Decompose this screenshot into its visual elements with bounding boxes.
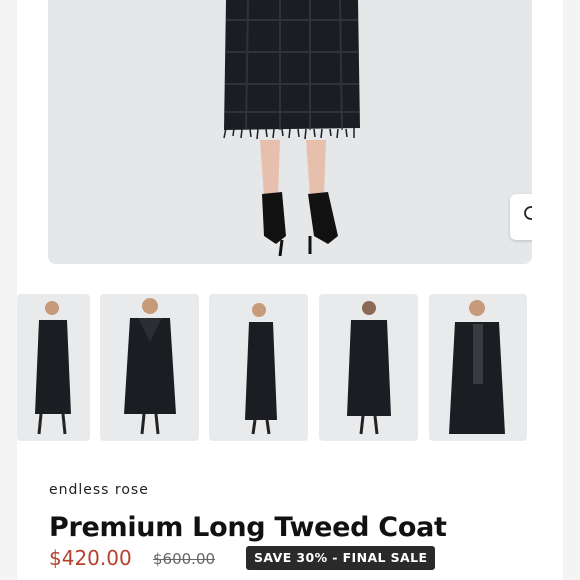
thumbnail-5[interactable] [429, 294, 527, 441]
thumbnail-3[interactable] [209, 294, 308, 441]
coat-side-thumbnail [245, 303, 277, 435]
coat-collar-thumbnail [124, 298, 176, 435]
coat-back-thumbnail [347, 301, 391, 435]
thumbnail-strip [0, 294, 580, 442]
product-title: Premium Long Tweed Coat [49, 512, 447, 543]
main-product-image[interactable] [48, 0, 532, 264]
original-price: $600.00 [153, 550, 216, 568]
product-brand[interactable]: endless rose [49, 482, 149, 498]
thumbnail-1[interactable] [17, 294, 90, 441]
zoom-button[interactable] [510, 194, 532, 240]
coat-front-thumbnail [35, 301, 71, 435]
coat-hem-photo [48, 0, 532, 264]
sale-badge: SAVE 30% - FINAL SALE [246, 546, 436, 570]
sale-price: $420.00 [49, 546, 132, 570]
thumbnail-2[interactable] [100, 294, 199, 441]
thumbnail-4[interactable] [319, 294, 418, 441]
magnifier-icon [523, 205, 532, 229]
coat-open-thumbnail [449, 300, 505, 434]
